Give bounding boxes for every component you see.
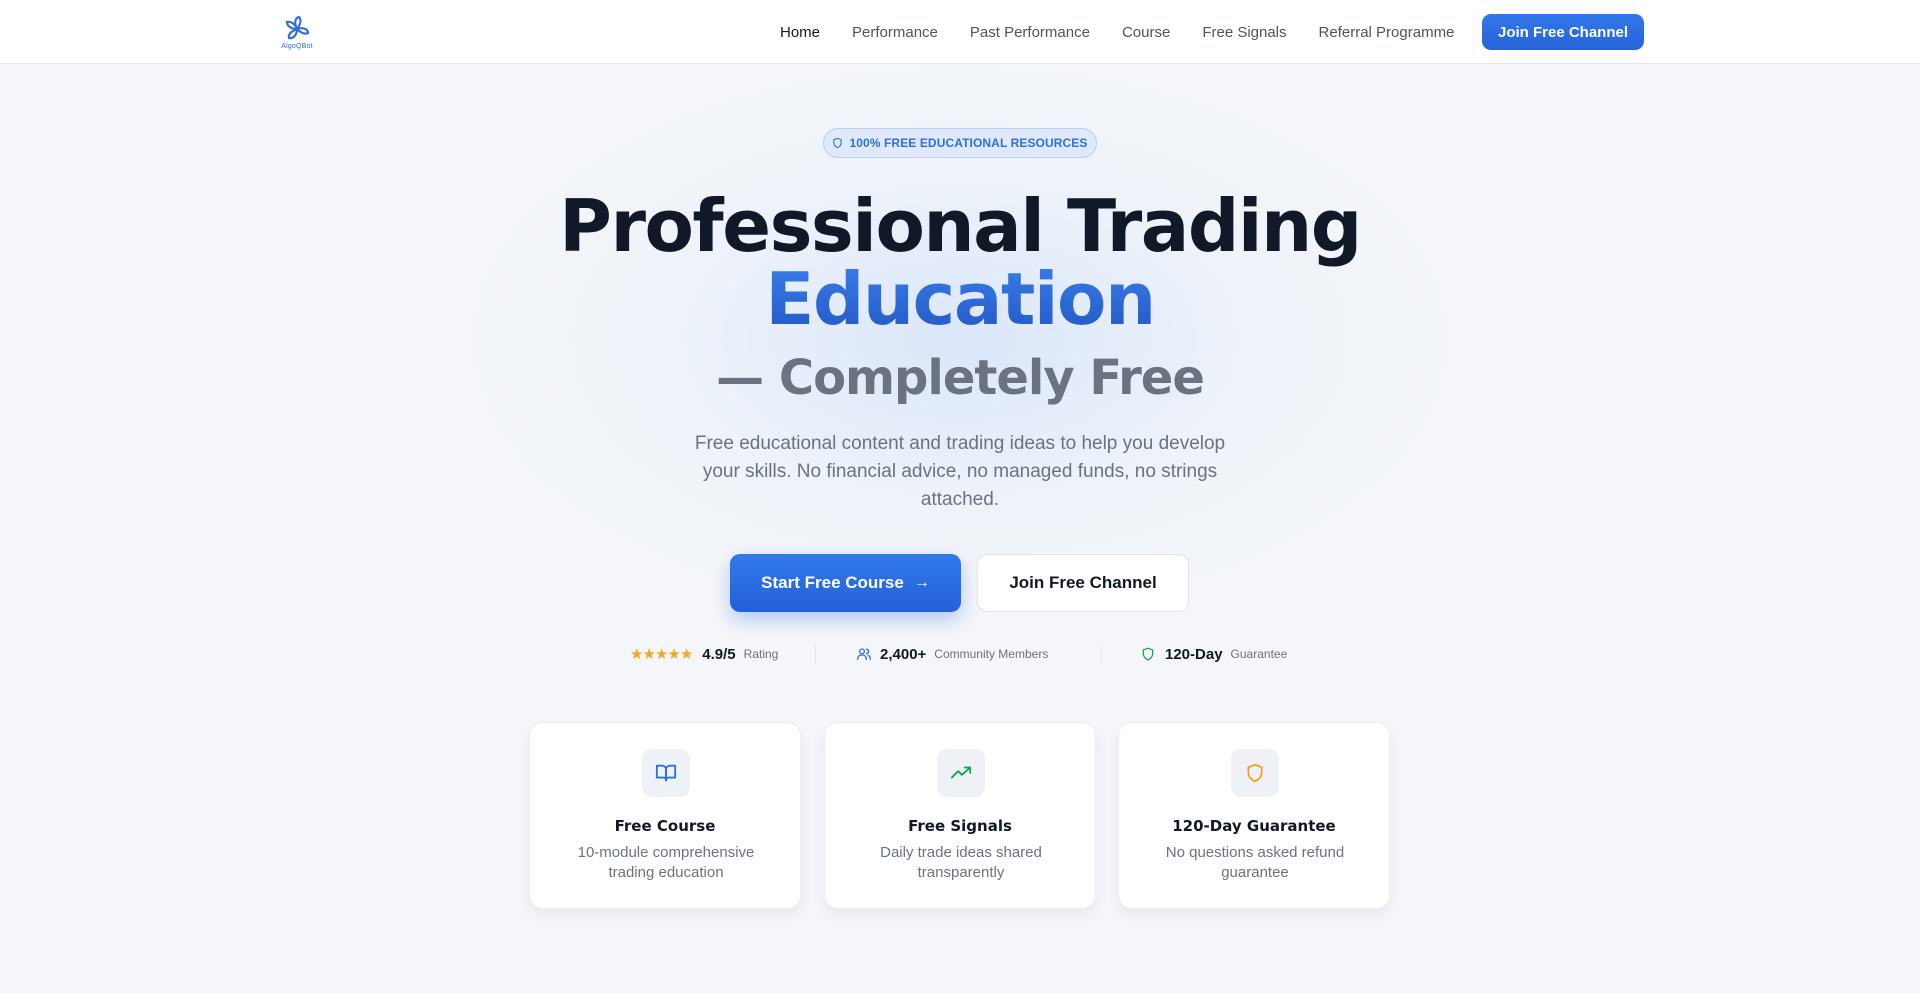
star-icon: ★ <box>654 645 669 663</box>
start-free-course-button[interactable]: Start Free Course → <box>730 554 961 612</box>
star-icon: ★ <box>667 645 681 663</box>
card-description: 10-module comprehensive trading educatio… <box>577 844 755 881</box>
nav-link-past-performance[interactable]: Past Performance <box>970 24 1090 41</box>
card-icon-container <box>1231 749 1279 797</box>
guarantee-value: 120-Day <box>1165 645 1223 663</box>
hero-badge-text: 100% FREE EDUCATIONAL RESOURCES <box>849 136 1088 150</box>
book-open-icon <box>655 764 677 782</box>
nav-link-course[interactable]: Course <box>1122 24 1170 41</box>
card-icon-container <box>642 749 690 797</box>
card-title: Free Course <box>614 817 716 835</box>
nav-link-referral-programme[interactable]: Referral Programme <box>1319 24 1455 41</box>
rating-label: Rating <box>743 647 779 661</box>
card-description: Daily trade ideas shared transparently <box>880 844 1042 881</box>
nav-link-performance[interactable]: Performance <box>852 24 938 41</box>
stat-community-members: 2,400+ Community Members <box>856 640 1048 668</box>
brand-logo[interactable]: AlgoQBot <box>280 14 314 52</box>
nav-join-free-channel-button[interactable]: Join Free Channel <box>1482 14 1644 50</box>
hero-title-highlight: Education <box>0 258 1920 340</box>
stat-rating: ★ ★ ★ ★ ★ 4.9/5 Rating <box>630 640 778 668</box>
shield-icon <box>1142 647 1154 661</box>
stat-divider <box>1101 644 1102 664</box>
nav-links: Home Performance Past Performance Course… <box>780 0 1486 64</box>
rating-value: 4.9/5 <box>702 645 736 663</box>
trust-stats-bar: ★ ★ ★ ★ ★ 4.9/5 Rating 2,400+ Community … <box>0 640 1920 668</box>
star-icon: ★ <box>679 645 694 663</box>
guarantee-label: Guarantee <box>1230 647 1288 661</box>
card-title: Free Signals <box>908 817 1012 835</box>
feature-card-free-course[interactable]: Free Course 10-module comprehensive trad… <box>529 722 801 909</box>
card-title: 120-Day Guarantee <box>1172 817 1336 835</box>
stat-guarantee: 120-Day Guarantee <box>1141 640 1287 668</box>
hero-subtitle: Free educational content and trading ide… <box>694 433 1226 510</box>
rating-stars: ★ ★ ★ ★ ★ <box>630 645 694 663</box>
trending-up-icon <box>950 766 972 779</box>
logo-mark-icon <box>285 15 310 40</box>
top-navbar: AlgoQBot Home Performance Past Performan… <box>0 0 1920 64</box>
users-icon <box>857 648 871 660</box>
members-value: 2,400+ <box>880 645 927 663</box>
arrow-right-icon: → <box>913 574 930 591</box>
members-label: Community Members <box>934 647 1049 661</box>
feature-card-free-signals[interactable]: Free Signals Daily trade ideas shared tr… <box>824 722 1096 909</box>
star-icon: ★ <box>642 645 656 663</box>
start-free-course-label: Start Free Course <box>761 573 904 592</box>
card-icon-container <box>937 749 985 797</box>
feature-card-guarantee[interactable]: 120-Day Guarantee No questions asked ref… <box>1118 722 1390 909</box>
hero-title-line-3: — Completely Free <box>716 350 1205 406</box>
hero-title-line-1: Professional Trading <box>559 184 1362 268</box>
join-free-channel-button[interactable]: Join Free Channel <box>977 554 1189 612</box>
shield-icon <box>1247 763 1263 783</box>
hero-badge: 100% FREE EDUCATIONAL RESOURCES <box>823 128 1097 158</box>
stat-divider <box>815 644 816 664</box>
shield-icon <box>833 137 843 149</box>
nav-link-home[interactable]: Home <box>780 24 820 41</box>
nav-link-free-signals[interactable]: Free Signals <box>1202 24 1286 41</box>
star-icon: ★ <box>630 645 644 663</box>
logo-text: AlgoQBot <box>281 43 313 50</box>
card-description: No questions asked refund guarantee <box>1165 844 1345 881</box>
